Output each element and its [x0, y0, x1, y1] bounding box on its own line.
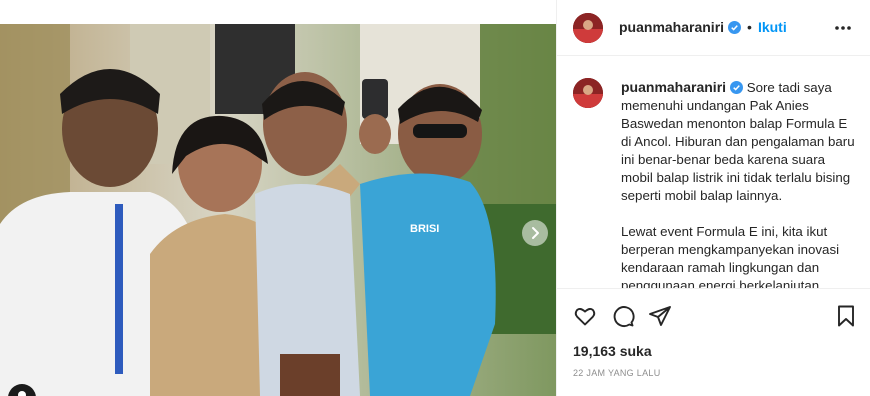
- like-count[interactable]: 19,163 suka: [573, 343, 652, 359]
- caption-username[interactable]: puanmaharaniri: [621, 79, 726, 95]
- header-username[interactable]: puanmaharaniri: [619, 19, 724, 35]
- avatar-image: [573, 78, 603, 108]
- post-caption: puanmaharaniri Sore tadi saya memenuhi u…: [621, 78, 855, 288]
- header-user-line: puanmaharaniri • Ikuti: [619, 19, 787, 37]
- share-icon[interactable]: [648, 304, 672, 328]
- avatar-image: [573, 13, 603, 43]
- next-photo-button[interactable]: [522, 220, 548, 246]
- comment-icon[interactable]: [611, 304, 635, 328]
- bookmark-icon[interactable]: [834, 304, 858, 328]
- avatar[interactable]: [573, 13, 603, 43]
- verified-badge-icon: [728, 21, 742, 34]
- post-header: puanmaharaniri • Ikuti: [557, 0, 870, 56]
- caption-avatar[interactable]: [573, 78, 603, 108]
- header-separator: •: [747, 19, 752, 35]
- tagged-users-button[interactable]: [8, 384, 36, 396]
- post-timestamp[interactable]: 22 JAM YANG LALU: [573, 368, 661, 378]
- shirt-logo-text: BRISI: [410, 223, 439, 235]
- chevron-right-icon: [532, 227, 539, 239]
- verified-badge-icon: [730, 81, 744, 94]
- heart-icon[interactable]: [573, 304, 597, 328]
- caption-scroll-area[interactable]: puanmaharaniri Sore tadi saya memenuhi u…: [557, 56, 870, 288]
- post-actions: 19,163 suka 22 JAM YANG LALU: [557, 288, 870, 396]
- caption-text-1: Sore tadi saya memenuhi undangan Pak Ani…: [621, 80, 855, 203]
- follow-button[interactable]: Ikuti: [758, 19, 787, 35]
- post-photo-illustration: BRISI: [0, 24, 556, 396]
- caption-text-2: Lewat event Formula E ini, kita ikut ber…: [621, 224, 840, 288]
- post-photo[interactable]: BRISI: [0, 24, 556, 396]
- user-tag-icon: [18, 391, 26, 396]
- more-options-icon[interactable]: [833, 18, 853, 38]
- post-side-panel: puanmaharaniri • Ikuti puanmaharaniri Sore…: [556, 0, 870, 396]
- instagram-post-modal: BRISI puanmaharaniri • Ikuti puanmaharan…: [0, 0, 870, 396]
- caption-paragraph: Lewat event Formula E ini, kita ikut ber…: [621, 223, 855, 288]
- caption-paragraph: puanmaharaniri Sore tadi saya memenuhi u…: [621, 78, 855, 205]
